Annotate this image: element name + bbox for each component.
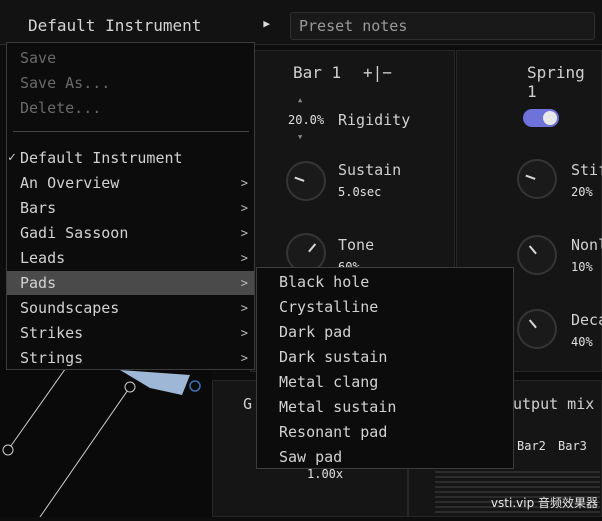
stiffness-knob[interactable] bbox=[517, 159, 557, 199]
rigidity-value[interactable]: 20.0% bbox=[288, 113, 324, 127]
node-handle[interactable] bbox=[2, 444, 14, 456]
menu-item-label: Gadi Sassoon bbox=[20, 224, 129, 242]
submenu-item-resonant-pad[interactable]: Resonant pad bbox=[257, 420, 513, 445]
submenu-arrow-icon: > bbox=[240, 226, 248, 240]
spring-title: Spring 1 bbox=[527, 63, 585, 101]
nonlinearity-label: Nonl bbox=[571, 236, 602, 254]
submenu-item-dark-pad[interactable]: Dark pad bbox=[257, 320, 513, 345]
string-line bbox=[7, 364, 69, 451]
submenu-item-saw-pad[interactable]: Saw pad bbox=[257, 445, 513, 470]
menu-item-label: Delete... bbox=[20, 99, 102, 117]
global-label: G bbox=[243, 395, 253, 413]
menu-item-default-instrument[interactable]: ✓ Default Instrument bbox=[7, 146, 254, 170]
stiffness-label: Stif bbox=[571, 161, 602, 179]
output-mix-title: utput mix bbox=[513, 395, 595, 413]
submenu-arrow-icon: > bbox=[240, 301, 248, 315]
preset-selector[interactable]: Default Instrument ▶ bbox=[16, 12, 276, 40]
up-arrow-icon[interactable]: ▲ bbox=[298, 96, 302, 104]
string-line bbox=[39, 386, 131, 518]
nonlinearity-knob[interactable] bbox=[517, 235, 557, 275]
decay-label: Deca bbox=[571, 311, 602, 329]
menu-item-label: An Overview bbox=[20, 174, 120, 192]
canvas-drawing bbox=[2, 364, 201, 518]
menu-item-save-as: Save As... bbox=[7, 71, 254, 95]
pads-submenu: Black hole Crystalline Dark pad Dark sus… bbox=[256, 267, 514, 469]
rigidity-label: Rigidity bbox=[338, 111, 411, 129]
check-icon: ✓ bbox=[8, 150, 16, 165]
menu-item-soundscapes[interactable]: Soundscapes > bbox=[7, 296, 254, 320]
submenu-item-black-hole[interactable]: Black hole bbox=[257, 270, 513, 295]
nonlinearity-value: 10% bbox=[571, 260, 593, 274]
spring-toggle[interactable] bbox=[523, 109, 559, 127]
submenu-item-crystalline[interactable]: Crystalline bbox=[257, 295, 513, 320]
menu-divider bbox=[13, 131, 249, 132]
menu-item-an-overview[interactable]: An Overview > bbox=[7, 171, 254, 195]
bar-title: Bar 1 bbox=[293, 63, 342, 82]
bar-canvas[interactable] bbox=[0, 360, 212, 518]
submenu-item-label: Metal clang bbox=[279, 373, 379, 391]
channel-bar3: Bar3 bbox=[558, 439, 587, 453]
submenu-item-label: Crystalline bbox=[279, 298, 379, 316]
preset-notes-field[interactable] bbox=[290, 12, 597, 40]
menu-item-strikes[interactable]: Strikes > bbox=[7, 321, 254, 345]
submenu-item-metal-clang[interactable]: Metal clang bbox=[257, 370, 513, 395]
sustain-label: Sustain bbox=[338, 161, 402, 179]
sustain-value: 5.0sec bbox=[338, 185, 382, 199]
decay-knob[interactable] bbox=[517, 309, 557, 349]
submenu-arrow-icon: > bbox=[240, 276, 248, 290]
watermark: vsti.vip 音频效果器 bbox=[490, 496, 598, 510]
preset-notes-input[interactable] bbox=[291, 13, 597, 39]
preset-menu: Save Save As... Delete... ✓ Default Instr… bbox=[6, 42, 255, 370]
submenu-arrow-icon: > bbox=[240, 251, 248, 265]
submenu-item-metal-sustain[interactable]: Metal sustain bbox=[257, 395, 513, 420]
menu-item-leads[interactable]: Leads > bbox=[7, 246, 254, 270]
submenu-item-label: Metal sustain bbox=[279, 398, 397, 416]
menu-item-label: Leads bbox=[20, 249, 66, 267]
submenu-item-dark-sustain[interactable]: Dark sustain bbox=[257, 345, 513, 370]
menu-item-delete: Delete... bbox=[7, 96, 254, 120]
channel-bar2: Bar2 bbox=[517, 439, 546, 453]
menu-item-pads[interactable]: Pads > bbox=[7, 271, 254, 295]
submenu-item-label: Saw pad bbox=[279, 448, 343, 466]
node-handle[interactable] bbox=[124, 381, 136, 393]
menu-item-label: Save As... bbox=[20, 74, 111, 92]
submenu-item-label: Black hole bbox=[279, 273, 370, 291]
menu-item-label: Default Instrument bbox=[20, 149, 183, 167]
down-arrow-icon[interactable]: ▼ bbox=[298, 133, 302, 141]
submenu-arrow-icon: > bbox=[240, 351, 248, 365]
decay-value: 40% bbox=[571, 335, 593, 349]
menu-item-gadi-sassoon[interactable]: Gadi Sassoon > bbox=[7, 221, 254, 245]
submenu-arrow-icon: > bbox=[240, 201, 248, 215]
menu-item-label: Soundscapes bbox=[20, 299, 120, 317]
submenu-arrow-icon: > bbox=[240, 176, 248, 190]
submenu-item-label: Dark pad bbox=[279, 323, 352, 341]
tone-label: Tone bbox=[338, 236, 375, 254]
menu-item-label: Save bbox=[20, 49, 57, 67]
menu-item-save: Save bbox=[7, 46, 254, 70]
menu-item-label: Bars bbox=[20, 199, 57, 217]
preset-arrow-icon: ▶ bbox=[263, 17, 270, 30]
stiffness-value: 20% bbox=[571, 185, 593, 199]
sustain-knob[interactable] bbox=[286, 161, 326, 201]
submenu-item-label: Resonant pad bbox=[279, 423, 388, 441]
menu-item-label: Strikes bbox=[20, 324, 84, 342]
menu-item-strings[interactable]: Strings > bbox=[7, 346, 254, 370]
toggle-thumb bbox=[543, 111, 557, 125]
menu-item-label: Pads bbox=[20, 274, 57, 292]
node-handle[interactable] bbox=[189, 380, 201, 392]
submenu-item-label: Dark sustain bbox=[279, 348, 388, 366]
menu-item-label: Strings bbox=[20, 349, 84, 367]
preset-name: Default Instrument bbox=[28, 16, 202, 35]
add-remove-bar-button[interactable]: +|− bbox=[363, 63, 392, 82]
menu-item-bars[interactable]: Bars > bbox=[7, 196, 254, 220]
submenu-arrow-icon: > bbox=[240, 326, 248, 340]
